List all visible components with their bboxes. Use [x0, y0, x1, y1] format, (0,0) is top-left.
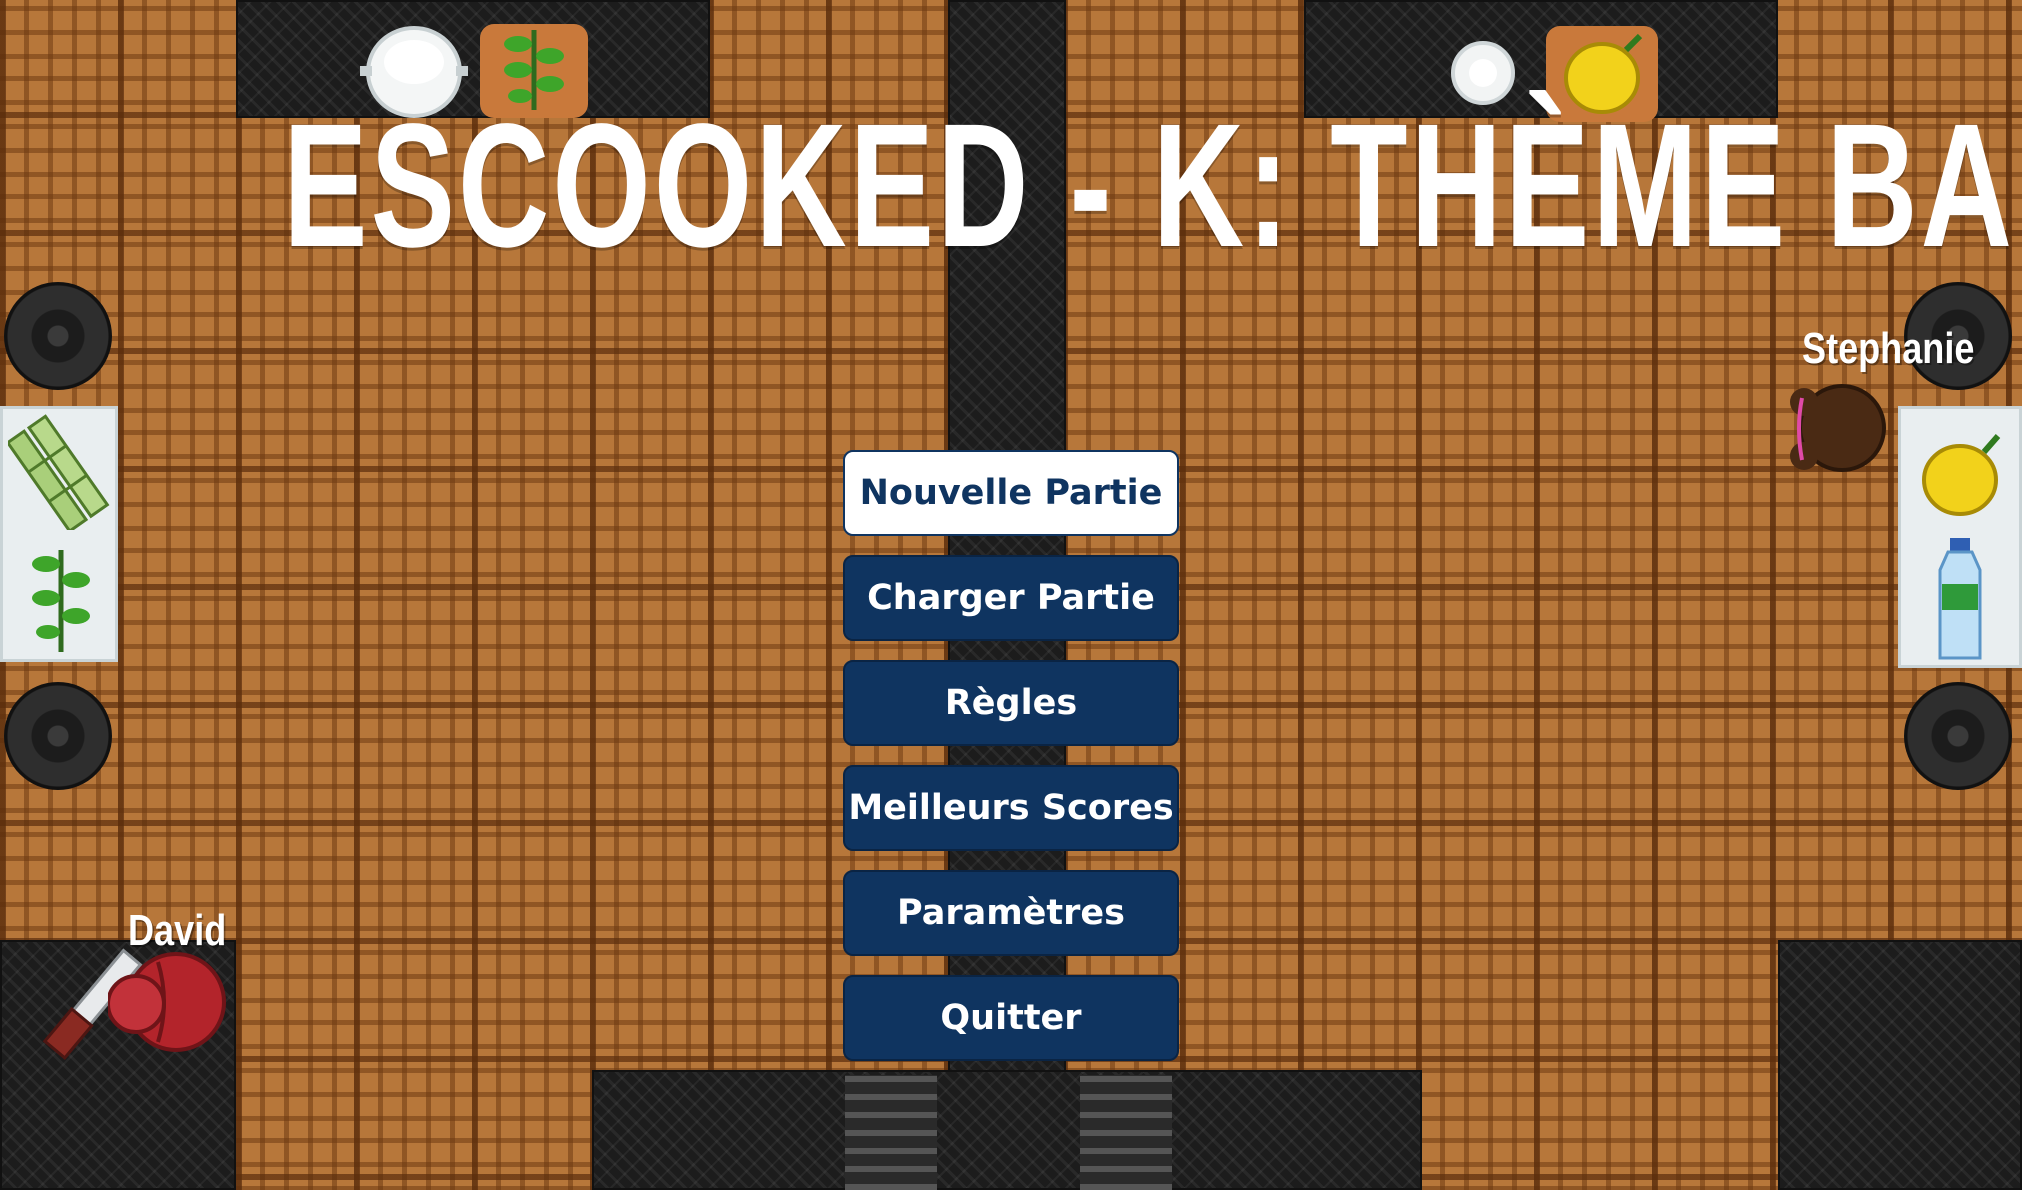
lemon-icon: [1912, 424, 2012, 524]
game-screen: ESCOOKED - K: THÈME BAR Nouvelle Partie …: [0, 0, 2022, 1190]
trash-bin-icon: [4, 682, 112, 790]
sugarcane-icon: [5, 414, 112, 534]
trash-bin-icon: [4, 282, 112, 390]
player-chef: [106, 944, 232, 1068]
mint-icon: [16, 540, 106, 656]
rules-button[interactable]: Règles: [843, 660, 1179, 746]
game-title: ESCOOKED - K: THÈME BAR: [283, 88, 2022, 284]
wall-tile: [1778, 940, 2022, 1190]
vent-grate: [1080, 1075, 1172, 1190]
water-bottle-icon: [1930, 536, 1990, 664]
trash-bin-icon: [1904, 682, 2012, 790]
new-game-button[interactable]: Nouvelle Partie: [843, 450, 1179, 536]
vent-grate: [845, 1075, 937, 1190]
settings-button[interactable]: Paramètres: [843, 870, 1179, 956]
player-chef: [1782, 372, 1892, 482]
high-scores-button[interactable]: Meilleurs Scores: [843, 765, 1179, 851]
wall-tile: [592, 1070, 1422, 1190]
player-name: Stephanie: [1802, 324, 1975, 373]
quit-button[interactable]: Quitter: [843, 975, 1179, 1061]
load-game-button[interactable]: Charger Partie: [843, 555, 1179, 641]
